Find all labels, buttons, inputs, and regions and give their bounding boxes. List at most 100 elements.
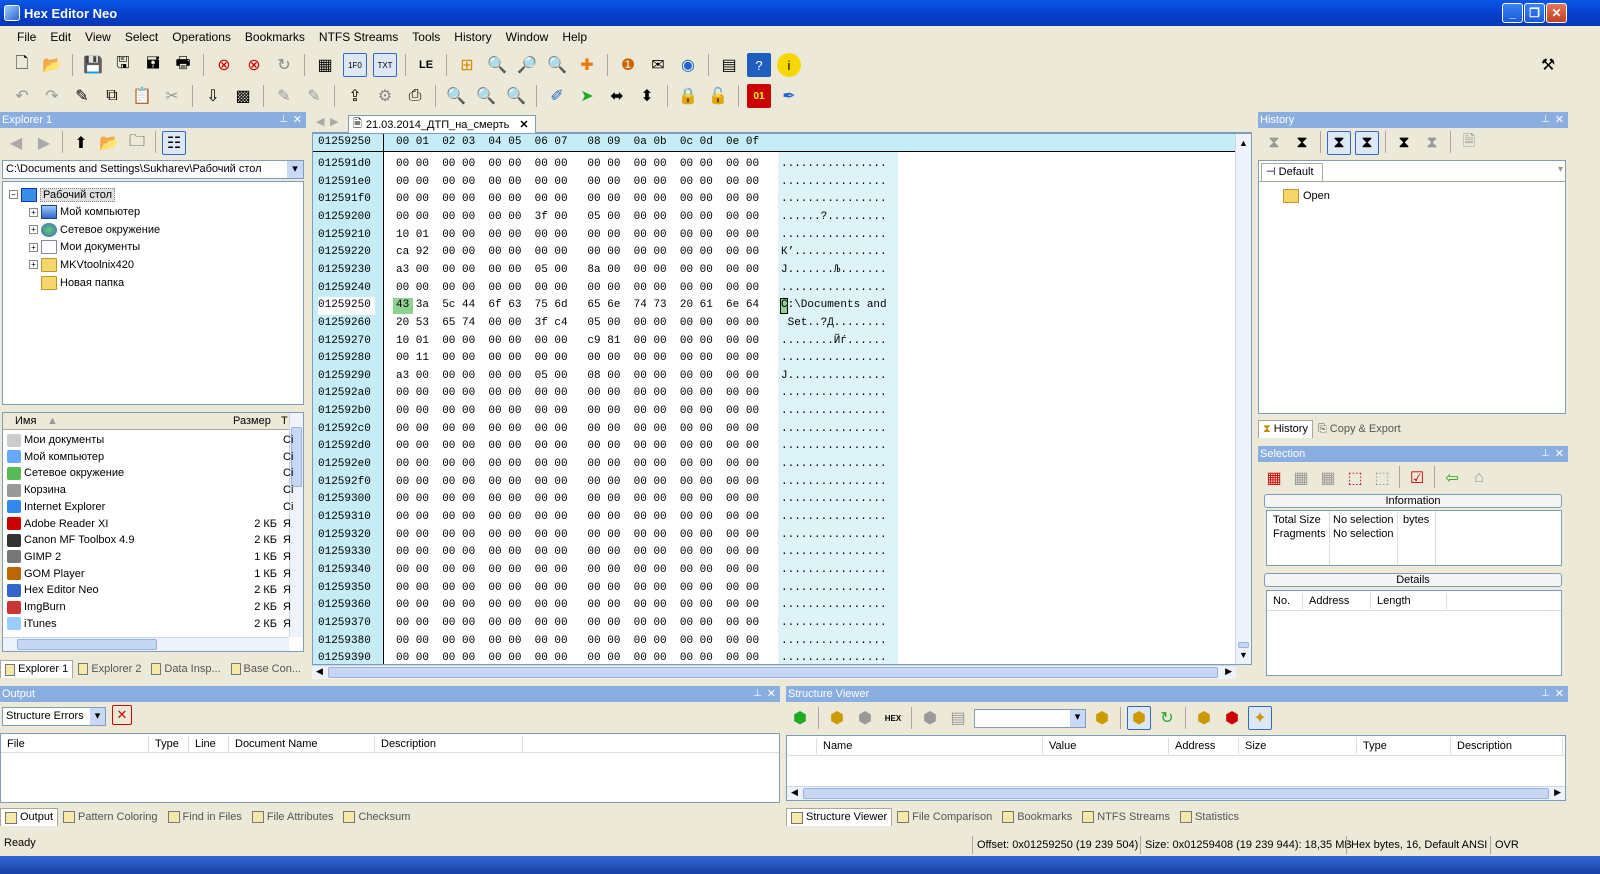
ascii-row[interactable]: ................ (781, 421, 887, 439)
hex-mode-icon[interactable]: 1F0 (343, 53, 367, 77)
tab-find-in-files[interactable]: Find in Files (163, 808, 247, 826)
tab-close-icon[interactable]: ✕ (519, 118, 528, 131)
tab-data-insp[interactable]: Data Insp... (146, 660, 225, 678)
close-icon[interactable]: ✕ (1555, 112, 1564, 128)
scroll-left-icon[interactable]: ◀ (316, 666, 323, 677)
columns-icon[interactable]: ⊞ (455, 53, 479, 77)
column-name[interactable]: Name (817, 738, 1043, 754)
ascii-row[interactable]: ................ (781, 580, 887, 598)
menu-operations[interactable]: Operations (165, 28, 238, 46)
list-item[interactable]: Hex Editor Neo 2 КБ Я (7, 582, 303, 598)
column-type[interactable]: Type (149, 736, 189, 752)
save-all-icon[interactable]: 🖬 (141, 53, 165, 77)
new-file-icon[interactable]: 🗋 (10, 53, 34, 77)
scroll-up-icon[interactable]: ▲ (1239, 138, 1248, 148)
scroll-thumb[interactable] (17, 639, 157, 650)
hex-bytes-row[interactable]: 00 00 00 00 00 00 00 00 00 00 00 00 00 0… (396, 156, 759, 174)
tree-expander-icon[interactable]: + (29, 207, 38, 217)
select-block-icon[interactable]: ⬌ (605, 84, 629, 108)
open-file-icon[interactable]: 📂 (40, 53, 64, 77)
refresh-icon[interactable]: ↻ (272, 53, 296, 77)
pin-icon[interactable]: ⊥ (1541, 446, 1550, 462)
settings-icon[interactable]: ⚙ (373, 84, 397, 108)
hex-bytes-row[interactable]: ca 92 00 00 00 00 00 00 00 00 00 00 00 0… (396, 244, 759, 262)
menu-select[interactable]: Select (118, 28, 165, 46)
chevron-down-icon[interactable]: ▾ (287, 161, 303, 178)
path-combobox[interactable]: C:\Documents and Settings\Sukharev\Рабоч… (2, 160, 304, 179)
hex-bytes-row[interactable]: 00 00 00 00 00 00 00 00 00 00 00 00 00 0… (396, 544, 759, 562)
ascii-row[interactable]: ......?......... (781, 209, 887, 227)
scroll-down-icon[interactable]: ▼ (1239, 650, 1248, 660)
hex-bytes-row[interactable]: 20 53 65 74 00 00 3f c4 05 00 00 00 00 0… (396, 315, 759, 333)
tab-file-attributes[interactable]: File Attributes (247, 808, 339, 826)
edit-icon[interactable]: ✎ (70, 84, 94, 108)
close-icon[interactable]: ✕ (767, 686, 776, 702)
grid-icon[interactable]: ▦ (1289, 466, 1313, 490)
browse-icon[interactable]: 🗀 (125, 131, 149, 155)
range-icon[interactable]: ⬚ (1370, 466, 1394, 490)
hex-bytes-row[interactable]: 00 00 00 00 00 00 00 00 00 00 00 00 00 0… (396, 280, 759, 298)
list-item[interactable]: ImgBurn 2 КБ Я (7, 599, 303, 615)
list-item[interactable]: Корзина Сі (7, 482, 303, 498)
close-icon[interactable]: ✕ (293, 112, 302, 128)
insert-icon[interactable]: ⇩ (201, 84, 225, 108)
hex-bytes-row[interactable]: 00 00 00 00 00 00 00 00 00 00 00 00 00 0… (396, 174, 759, 192)
close-icon[interactable]: ✕ (1555, 446, 1564, 462)
ascii-row[interactable]: ................ (781, 597, 887, 615)
hourglass-icon[interactable]: ⧗ (1290, 131, 1314, 155)
ascii-row[interactable]: ................ (781, 633, 887, 651)
ascii-row[interactable]: ................ (781, 156, 887, 174)
pin-icon[interactable]: ⊥ (1541, 686, 1550, 702)
column-size[interactable]: Размер (233, 415, 271, 427)
tree-item[interactable]: + Мой компьютер (29, 204, 140, 221)
close-all-icon[interactable]: ⊗ (242, 53, 266, 77)
tab-pattern-coloring[interactable]: Pattern Coloring (58, 808, 163, 826)
hex-bytes-row[interactable]: 00 00 00 00 00 00 00 00 00 00 00 00 00 0… (396, 597, 759, 615)
close-button[interactable]: ✕ (1546, 3, 1567, 23)
tree-item[interactable]: + MKVtoolnix420 (29, 256, 134, 273)
tab-base-con[interactable]: Base Con... (226, 660, 306, 678)
tree-item[interactable]: Новая папка (29, 274, 124, 291)
binary-icon[interactable]: 01 (747, 84, 771, 108)
menu-bookmarks[interactable]: Bookmarks (238, 28, 312, 46)
pin-icon[interactable]: ⊥ (279, 112, 288, 128)
scroll-thumb[interactable] (803, 788, 1549, 799)
list-item[interactable]: Мой компьютер Сі (7, 449, 303, 465)
column-value[interactable]: Value (1043, 738, 1169, 754)
hex-bytes-row[interactable]: 00 00 00 00 00 00 00 00 00 00 00 00 00 0… (396, 491, 759, 509)
scroll-right-icon[interactable]: ▶ (1554, 787, 1561, 798)
ascii-row[interactable]: ................ (781, 191, 887, 209)
load-icon[interactable]: ⇦ (1440, 466, 1464, 490)
hex-bytes-row[interactable]: 00 00 00 00 00 00 00 00 00 00 00 00 00 0… (396, 527, 759, 545)
block-icon[interactable]: ⬍ (635, 84, 659, 108)
hex-bytes-row[interactable]: 00 00 00 00 00 00 3f 00 05 00 00 00 00 0… (396, 209, 759, 227)
expand-icon[interactable]: ⬢ (918, 706, 942, 730)
hex-bytes-row[interactable]: 00 00 00 00 00 00 00 00 00 00 00 00 00 0… (396, 421, 759, 439)
save-icon[interactable]: 💾 (81, 53, 105, 77)
info-icon[interactable]: i (777, 53, 801, 77)
bookmark-icon[interactable]: ❶ (616, 53, 640, 77)
ascii-row[interactable]: ................ (781, 174, 887, 192)
menu-help[interactable]: Help (555, 28, 594, 46)
hex-bytes-row[interactable]: 10 01 00 00 00 00 00 00 00 00 00 00 00 0… (396, 227, 759, 245)
text-mode-icon[interactable]: TXT (373, 53, 397, 77)
highlight-icon[interactable]: ✒ (777, 84, 801, 108)
history-item-open[interactable]: Open (1283, 189, 1330, 203)
column-document-name[interactable]: Document Name (229, 736, 375, 752)
hex-hscroll[interactable]: ◀ ▶ (312, 665, 1236, 679)
up-folder-icon[interactable]: ⬆ (69, 131, 93, 155)
copy-icon[interactable]: ⧉ (100, 84, 124, 108)
ascii-row[interactable]: ................ (781, 615, 887, 633)
close-structure-icon[interactable]: ⬢ (853, 706, 877, 730)
list-item[interactable]: GOM Player 1 КБ Я (7, 566, 303, 582)
open-folder-icon[interactable]: 📂 (97, 131, 121, 155)
ascii-row[interactable]: ................ (781, 527, 887, 545)
hex-bytes-row[interactable]: 00 00 00 00 00 00 00 00 00 00 00 00 00 0… (396, 615, 759, 633)
scroll-right-icon[interactable]: ▶ (1225, 666, 1232, 677)
printer-icon[interactable]: ⎙ (403, 84, 427, 108)
ascii-row[interactable]: ................ (781, 403, 887, 421)
byte-order-icon[interactable]: LE (414, 53, 438, 77)
ascii-row[interactable]: C:\Documents and (781, 297, 887, 315)
tools-icon[interactable]: ⚒ (1536, 53, 1560, 77)
paste-icon[interactable]: 📋 (130, 84, 154, 108)
